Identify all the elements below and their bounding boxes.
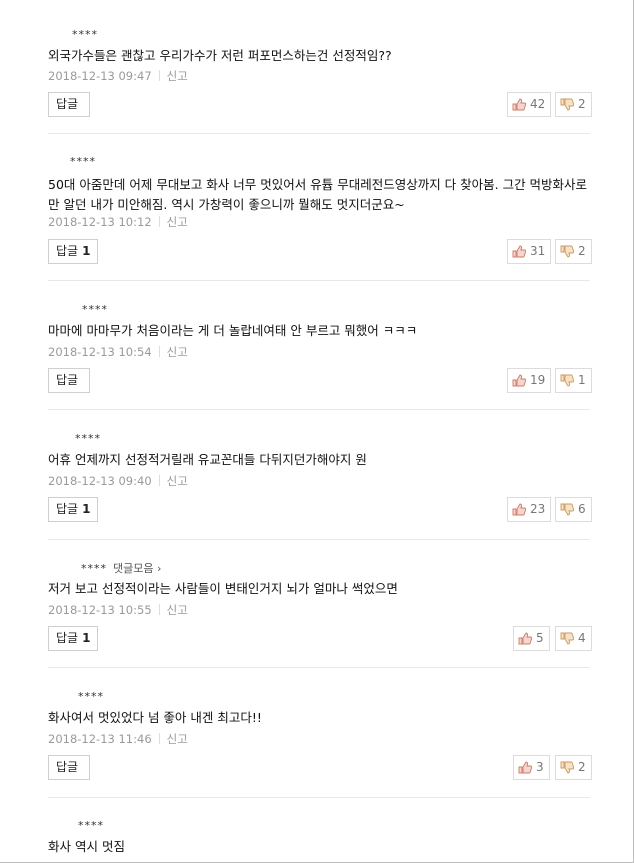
- like-button[interactable]: 3: [513, 755, 550, 780]
- report-link[interactable]: 신고: [167, 215, 188, 229]
- comment-author: ****: [78, 690, 104, 703]
- dislike-button[interactable]: 6: [555, 497, 592, 522]
- reply-button[interactable]: 답글 1: [48, 497, 99, 522]
- dislike-count: 2: [578, 97, 586, 111]
- divider: [158, 70, 160, 81]
- dislike-count: 2: [578, 760, 586, 774]
- report-link[interactable]: 신고: [167, 732, 188, 746]
- comment-meta: 2018-12-13 09:40 신고: [48, 473, 188, 489]
- comment-text: 화사 역시 멋짐: [48, 839, 125, 854]
- comment-meta: 2018-12-13 10:55 신고: [48, 602, 188, 618]
- divider: [158, 604, 160, 615]
- comment-time: 2018-12-13 11:46: [48, 732, 152, 746]
- thumbs-down-icon: [560, 632, 574, 645]
- thumbs-up-icon: [518, 632, 532, 645]
- dislike-count: 1: [578, 373, 586, 387]
- thumbs-up-icon: [512, 503, 526, 516]
- thumbs-down-icon: [560, 374, 574, 387]
- like-button[interactable]: 5: [513, 626, 550, 651]
- comment-time: 2018-12-13 10:55: [48, 603, 152, 617]
- author-name: ****: [81, 562, 107, 575]
- divider: [158, 216, 160, 227]
- like-count: 42: [530, 97, 546, 111]
- divider: [158, 346, 160, 357]
- dislike-button[interactable]: 1: [555, 368, 592, 393]
- dislike-count: 2: [578, 244, 586, 258]
- dislike-count: 4: [578, 631, 586, 645]
- comment-time: 2018-12-13 09:40: [48, 474, 152, 488]
- comment-collection-link[interactable]: 댓글모음 ›: [113, 562, 161, 575]
- like-button[interactable]: 19: [507, 368, 552, 393]
- dislike-button[interactable]: 2: [555, 92, 592, 117]
- like-count: 19: [530, 373, 546, 387]
- thumbs-down-icon: [560, 245, 574, 258]
- dislike-button[interactable]: 2: [555, 755, 592, 780]
- like-count: 3: [536, 760, 544, 774]
- comment-time: 2018-12-13 10:12: [48, 215, 152, 229]
- comment-author: ****: [70, 155, 96, 168]
- like-button[interactable]: 23: [507, 497, 552, 522]
- thumbs-up-icon: [512, 245, 526, 258]
- comment-author: ****: [75, 432, 101, 445]
- comment-text: 화사여서 멋있었다 넘 좋아 내겐 최고다!!: [48, 710, 262, 725]
- comment-time: 2018-12-13 09:47: [48, 69, 152, 83]
- comment-list: **** 외국가수들은 괜찮고 우리가수가 저런 퍼포먼스하는건 선정적임?? …: [0, 0, 634, 863]
- divider: [158, 475, 160, 486]
- report-link[interactable]: 신고: [167, 603, 188, 617]
- thumbs-down-icon: [560, 98, 574, 111]
- comment-meta: 2018-12-13 09:47 신고: [48, 68, 188, 84]
- reply-count: 1: [82, 631, 91, 645]
- dislike-button[interactable]: 2: [555, 239, 592, 264]
- comment-item: **** 50대 아줌만데 어제 무대보고 화사 너무 멋있어서 유튭 무대레전…: [48, 155, 592, 281]
- comment-meta: 2018-12-13 10:54 신고: [48, 344, 188, 360]
- reply-label: 답글: [56, 502, 79, 516]
- comment-text: 외국가수들은 괜찮고 우리가수가 저런 퍼포먼스하는건 선정적임??: [48, 48, 392, 63]
- like-count: 5: [536, 631, 544, 645]
- comment-author: **** 댓글모음 ›: [81, 560, 161, 576]
- like-count: 23: [530, 502, 546, 516]
- reply-button[interactable]: 답글: [48, 92, 91, 117]
- reply-button[interactable]: 답글: [48, 755, 91, 780]
- like-button[interactable]: 42: [507, 92, 552, 117]
- comment-meta: 2018-12-13 10:12 신고: [48, 214, 188, 230]
- report-link[interactable]: 신고: [167, 69, 188, 83]
- comment-text: 50대 아줌만데 어제 무대보고 화사 너무 멋있어서 유튭 무대레전드영상까지…: [48, 177, 588, 212]
- like-count: 31: [530, 244, 546, 258]
- comment-item: **** 화사여서 멋있었다 넘 좋아 내겐 최고다!! 2018-12-13 …: [48, 690, 592, 798]
- reply-button[interactable]: 답글 1: [48, 239, 99, 264]
- reply-count: 1: [82, 244, 91, 258]
- thumbs-down-icon: [560, 503, 574, 516]
- report-link[interactable]: 신고: [167, 474, 188, 488]
- reply-label: 답글: [56, 631, 79, 645]
- comment-item: **** 댓글모음 › 저거 보고 선정적이라는 사람들이 변태인거지 뇌가 얼마…: [48, 560, 592, 668]
- comment-item: **** 외국가수들은 괜찮고 우리가수가 저런 퍼포먼스하는건 선정적임?? …: [48, 28, 592, 134]
- thumbs-up-icon: [518, 761, 532, 774]
- comment-item: **** 어휴 언제까지 선정적거릴래 유교꼰대들 다뒤지던가해야지 원 201…: [48, 432, 592, 540]
- thumbs-up-icon: [512, 374, 526, 387]
- comment-time: 2018-12-13 10:54: [48, 345, 152, 359]
- dislike-count: 6: [578, 502, 586, 516]
- like-button[interactable]: 31: [507, 239, 552, 264]
- comment-text: 마마에 마마무가 처음이라는 게 더 놀랍네여태 안 부르고 뭐했어 ㅋㅋㅋ: [48, 323, 418, 338]
- comment-item: **** 화사 역시 멋짐: [48, 819, 590, 863]
- reply-button[interactable]: 답글 1: [48, 626, 99, 651]
- comment-author: ****: [78, 819, 104, 832]
- reply-button[interactable]: 답글: [48, 368, 91, 393]
- divider: [158, 733, 160, 744]
- reply-label: 답글: [56, 97, 79, 111]
- thumbs-up-icon: [512, 98, 526, 111]
- reply-label: 답글: [56, 760, 79, 774]
- thumbs-down-icon: [560, 761, 574, 774]
- dislike-button[interactable]: 4: [555, 626, 592, 651]
- reply-label: 답글: [56, 244, 79, 258]
- reply-label: 답글: [56, 373, 79, 387]
- report-link[interactable]: 신고: [167, 345, 188, 359]
- reply-count: 1: [82, 502, 91, 516]
- comment-meta: 2018-12-13 11:46 신고: [48, 731, 188, 747]
- comment-text: 저거 보고 선정적이라는 사람들이 변태인거지 뇌가 얼마나 썩었으면: [48, 581, 398, 596]
- comment-author: ****: [72, 28, 98, 41]
- comment-text: 어휴 언제까지 선정적거릴래 유교꼰대들 다뒤지던가해야지 원: [48, 452, 367, 467]
- comment-author: ****: [82, 303, 108, 316]
- comment-item: **** 마마에 마마무가 처음이라는 게 더 놀랍네여태 안 부르고 뭐했어 …: [48, 303, 592, 410]
